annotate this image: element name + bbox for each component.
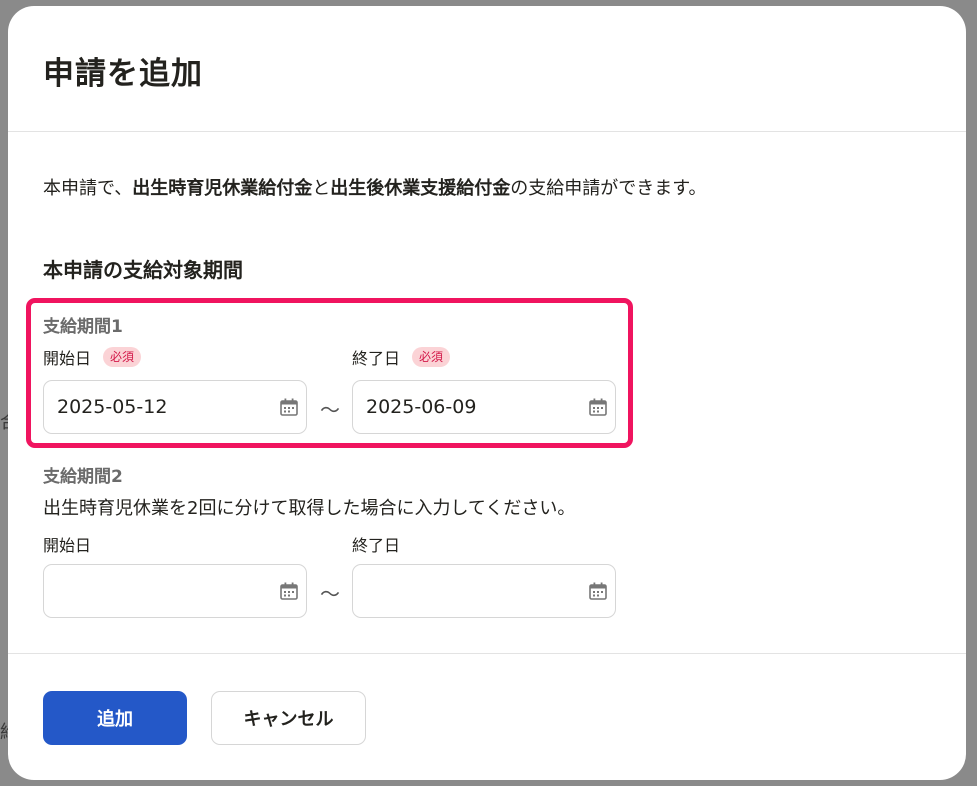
dialog-body: 本申請で、出生時育児休業給付金と出生後休業支援給付金の支給申請ができます。 本申… [8, 132, 966, 654]
calendar-icon[interactable] [280, 398, 298, 416]
calendar-icon[interactable] [589, 582, 607, 600]
required-badge: 必須 [103, 347, 142, 367]
period2-end-date-input[interactable] [352, 564, 616, 618]
period1-start-label: 開始日 必須 [43, 345, 142, 369]
period2-start-date-input[interactable] [43, 564, 307, 618]
period2-start-label: 開始日 [43, 536, 92, 555]
add-application-dialog: 申請を追加 本申請で、出生時育児休業給付金と出生後休業支援給付金の支給申請ができ… [8, 6, 966, 780]
period2-label: 支給期間2 [43, 467, 123, 487]
date-range-separator: ～ [320, 398, 340, 422]
required-badge: 必須 [412, 347, 451, 367]
calendar-icon[interactable] [280, 582, 298, 600]
dialog-footer: 追加 キャンセル [8, 654, 966, 780]
period1-start-date-input[interactable]: 2025-05-12 [43, 380, 307, 434]
add-button[interactable]: 追加 [43, 691, 187, 745]
intro-text: 本申請で、出生時育児休業給付金と出生後休業支援給付金の支給申請ができます。 [43, 178, 707, 199]
section-title: 本申請の支給対象期間 [43, 258, 243, 282]
date-range-separator: ～ [320, 582, 340, 606]
dialog-title: 申請を追加 [43, 56, 203, 92]
period2-hint: 出生時育児休業を2回に分けて取得した場合に入力してください。 [43, 498, 576, 519]
period1-end-label: 終了日 必須 [352, 345, 451, 369]
calendar-icon[interactable] [589, 398, 607, 416]
period2-end-label: 終了日 [352, 536, 401, 555]
period1-end-date-input[interactable]: 2025-06-09 [352, 380, 616, 434]
cancel-button[interactable]: キャンセル [211, 691, 366, 745]
dialog-header: 申請を追加 [8, 6, 966, 132]
period1-label: 支給期間1 [43, 317, 123, 337]
